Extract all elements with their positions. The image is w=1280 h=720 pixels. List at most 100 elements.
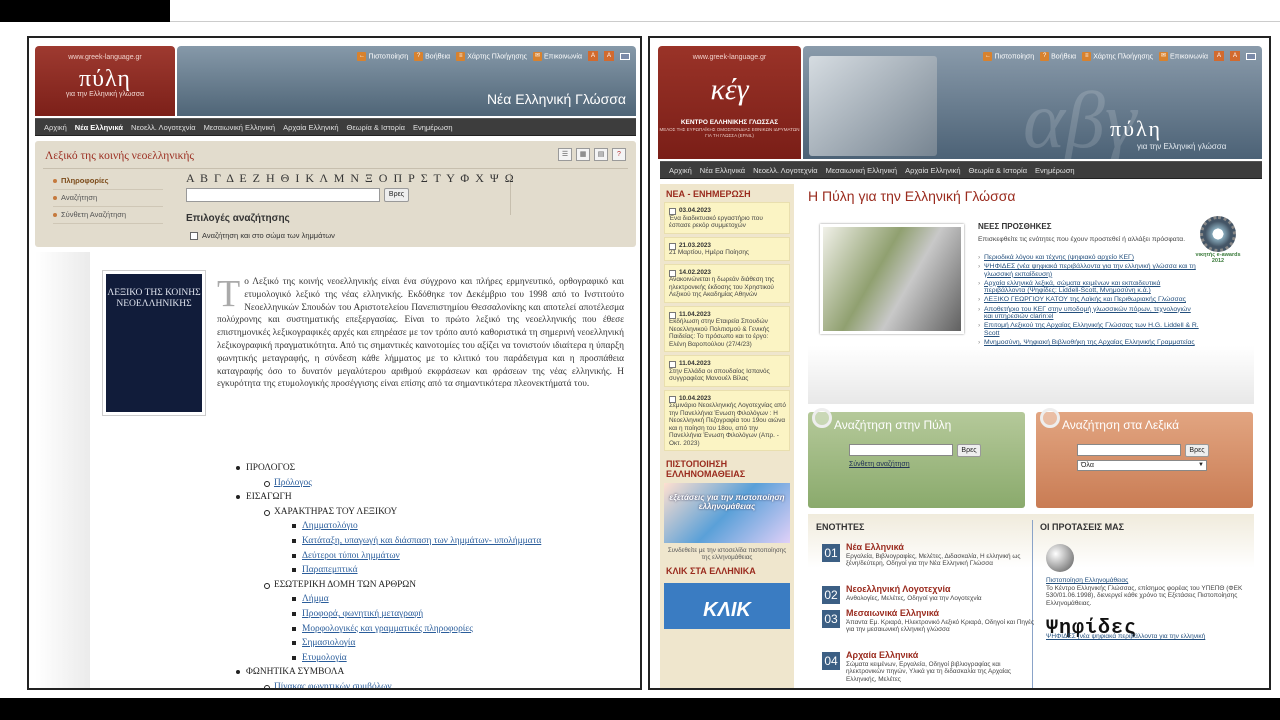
toc-link[interactable]: Δεύτεροι τύποι λημμάτων — [291, 549, 541, 564]
sections-area: ΕΝΟΤΗΤΕΣ ΟΙ ΠΡΟΤΑΣΕΙΣ ΜΑΣ 01 Νέα Ελληνικά… — [808, 514, 1254, 688]
toc-link[interactable]: Σημασιολογία — [291, 636, 541, 651]
certification-banner[interactable]: εξετάσεις για την πιστοποίηση ελληνομάθε… — [664, 483, 790, 543]
computer-image — [809, 56, 937, 156]
toc-link-symbols[interactable]: Πίνακας φωνητικών συμβόλων — [263, 680, 541, 688]
nav-literature[interactable]: Νεοελλ. Λογοτεχνία — [753, 166, 818, 175]
new-addition-link[interactable]: Αποθετήριο του ΚΕΓ στην υποδομή γλωσσικώ… — [978, 306, 1200, 321]
uk-flag-icon[interactable] — [620, 52, 630, 60]
news-date: 03.04.2023 — [669, 207, 786, 215]
new-addition-link[interactable]: Μνημοσύνη, Ψηφιακή Βιβλιοθήκη της Αρχαία… — [978, 339, 1200, 347]
nav-news[interactable]: Ενημέρωση — [413, 123, 453, 132]
toc-link[interactable]: Λημματολόγιο — [291, 519, 541, 534]
nav-medieval[interactable]: Μεσαιωνική Ελληνική — [204, 123, 276, 132]
help-icon: ? — [1040, 51, 1050, 61]
nav-home[interactable]: Αρχική — [669, 166, 692, 175]
side-search[interactable]: Αναζήτηση — [53, 190, 163, 207]
new-addition-link[interactable]: Περιοδικά λόγου και τέχνης (ψηφιακό αρχε… — [978, 254, 1200, 262]
news-item[interactable]: 11.04.2023 Στην Ελλάδα οι σπουδαίος Ισπαν… — [664, 355, 790, 387]
e-awards-badge: νικητής e-awards 2012 — [1194, 216, 1242, 288]
section-number: 02 — [822, 586, 840, 604]
mail-icon: ✉ — [1159, 51, 1169, 61]
news-date: 21.03.2023 — [669, 242, 786, 249]
list-view-icon[interactable]: ☰ — [558, 148, 572, 161]
font-decrease-icon[interactable]: A — [1230, 51, 1240, 61]
nav-home[interactable]: Αρχική — [44, 123, 67, 132]
body-search-checkbox[interactable]: Αναζήτηση και στο σώμα των λημμάτων — [190, 231, 335, 240]
lemma-search-input[interactable] — [186, 188, 380, 202]
portal-search-input[interactable] — [849, 444, 953, 456]
section-number: 03 — [822, 610, 840, 628]
keg-logo[interactable]: www.greek-language.gr κέγ ΚΕΝΤΡΟ ΕΛΛΗΝΙΚ… — [658, 46, 801, 159]
view-tools: ☰ ▦ ▤ ? — [558, 148, 626, 161]
help-icon[interactable]: ? — [612, 148, 626, 161]
uk-flag-icon[interactable] — [1246, 52, 1256, 60]
print-icon[interactable]: ▤ — [594, 148, 608, 161]
dictionary-search-button[interactable]: Βρες — [1185, 444, 1209, 457]
news-text: Εκδήλωση στην Εταιρεία Σπουδών Νεοελληνι… — [669, 318, 770, 348]
search-button[interactable]: Βρες — [384, 188, 409, 202]
nav-theory[interactable]: Θεωρία & Ιστορία — [347, 123, 405, 132]
alphabet-index[interactable]: Α Β Γ Δ Ε Ζ Η Θ Ι Κ Λ Μ Ν Ξ Ο Π Ρ Σ Τ Υ … — [186, 171, 515, 186]
new-addition-link[interactable]: ΨΗΦΙΔΕΣ (νέα ψηφιακά περιβάλλοντα για τη… — [978, 263, 1200, 278]
side-info[interactable]: Πληροφορίες — [53, 173, 163, 190]
toplink-certification[interactable]: ← Πιστοποίηση — [983, 51, 1034, 61]
nav-theory[interactable]: Θεωρία & Ιστορία — [969, 166, 1027, 175]
toc-link-prologos[interactable]: Πρόλογος — [263, 476, 541, 491]
advanced-search-link[interactable]: Σύνθετη αναζήτηση — [849, 461, 910, 468]
news-item[interactable]: 03.04.2023 Ένα διαδικτυακό εργαστήριο που… — [664, 202, 790, 234]
toplink-contact[interactable]: ✉ Επικοινωνία — [533, 51, 582, 61]
font-decrease-icon[interactable]: A — [604, 51, 614, 61]
psifides-link[interactable]: ΨΗΦΙΔΕΣ (νέα ψηφιακά περιβάλλοντα για τη… — [1046, 633, 1246, 641]
portal-search-button[interactable]: Βρες — [957, 444, 981, 457]
nav-literature[interactable]: Νεοελλ. Λογοτεχνία — [131, 123, 196, 132]
grid-view-icon[interactable]: ▦ — [576, 148, 590, 161]
certification-icon: ← — [357, 51, 367, 61]
toc-link[interactable]: Παραπεμπτικά — [291, 563, 541, 578]
nav-ancient[interactable]: Αρχαία Ελληνική — [283, 123, 338, 132]
toc-link[interactable]: Προφορά, φωνητική μεταγραφή — [291, 607, 541, 622]
toc-link[interactable]: Μορφολογικές και γραμματικές πληροφορίες — [291, 622, 541, 637]
dictionary-search-input[interactable] — [1077, 444, 1181, 456]
new-additions-title: ΝΕΕΣ ΠΡΟΣΘΗΚΕΣ — [978, 222, 1052, 231]
new-addition-link[interactable]: ΛΕΞΙΚΟ ΓΕΩΡΓΙΟΥ ΚΑΤΟΥ της Λαϊκής και Περ… — [978, 296, 1200, 304]
nav-ancient[interactable]: Αρχαία Ελληνική — [905, 166, 960, 175]
proposals-title: ΟΙ ΠΡΟΤΑΣΕΙΣ ΜΑΣ — [1040, 522, 1125, 532]
new-addition-link[interactable]: Αρχαία ελληνικά λεξικά, σώματα κειμένων … — [978, 280, 1200, 295]
news-item[interactable]: 11.04.2023 Εκδήλωση στην Εταιρεία Σπουδών… — [664, 305, 790, 352]
section-title[interactable]: Μεσαιωνικά Ελληνικά — [846, 608, 939, 618]
intro-text: Το Λεξικό της κοινής νεοελληνικής είναι … — [217, 275, 624, 391]
nav-news[interactable]: Ενημέρωση — [1035, 166, 1075, 175]
news-item[interactable]: 14.02.2023 Ανακοινώνεται η δωρεάν διάθεση… — [664, 263, 790, 303]
section-title[interactable]: Αρχαία Ελληνικά — [846, 650, 918, 660]
dictionary-select[interactable]: Όλα ▼ — [1077, 460, 1207, 471]
chevron-down-icon: ▼ — [1198, 462, 1204, 468]
toplink-help[interactable]: ? Βοήθεια — [414, 51, 450, 61]
proposal-link[interactable]: Πιστοποίηση Ελληνομάθειας — [1046, 577, 1246, 585]
page-title: Η Πύλη για την Ελληνική Γλώσσα — [808, 188, 1016, 204]
news-item[interactable]: 21.03.2023 21 Μαρτίου, Ημέρα Ποίησης — [664, 236, 790, 261]
nav-modern-greek[interactable]: Νέα Ελληνικά — [700, 166, 745, 175]
nav-modern-greek[interactable]: Νέα Ελληνικά — [75, 123, 123, 132]
side-advanced-search[interactable]: Σύνθετη Αναζήτηση — [53, 207, 163, 224]
font-increase-icon[interactable]: A — [1214, 51, 1224, 61]
font-increase-icon[interactable]: A — [588, 51, 598, 61]
toc-link[interactable]: Ετυμολογία — [291, 651, 541, 666]
portal-logo[interactable]: www.greek-language.gr πύλη για την Ελλην… — [35, 46, 175, 116]
section-title[interactable]: Νεοελληνική Λογοτεχνία — [846, 584, 951, 594]
toplink-certification[interactable]: ← Πιστοποίηση — [357, 51, 408, 61]
divider — [43, 168, 628, 169]
toc-link[interactable]: Κατάταξη, υπαγωγή και διάσπαση των λημμά… — [291, 534, 541, 549]
psifides-logo[interactable]: Ψηφίδες — [1046, 619, 1246, 638]
new-addition-link[interactable]: Επιτομή Λεξικού της Αρχαίας Ελληνικής Γλ… — [978, 322, 1200, 337]
toplink-sitemap[interactable]: ≡ Χάρτης Πλοήγησης — [456, 51, 527, 61]
toc-link[interactable]: Λήμμα — [291, 592, 541, 607]
nav-medieval[interactable]: Μεσαιωνική Ελληνική — [826, 166, 898, 175]
klik-banner[interactable]: ΚΛΙΚ — [664, 583, 790, 629]
toplink-contact[interactable]: ✉ Επικοινωνία — [1159, 51, 1208, 61]
section-title[interactable]: Νέα Ελληνικά — [846, 542, 904, 552]
toplink-sitemap[interactable]: ≡ Χάρτης Πλοήγησης — [1082, 51, 1153, 61]
checkbox-icon[interactable] — [190, 231, 198, 240]
news-item[interactable]: 10.04.2023 Σεμινάριο Νεοελληνικής Λογοτεχ… — [664, 389, 790, 451]
toplink-help[interactable]: ? Βοήθεια — [1040, 51, 1076, 61]
top-links: ← Πιστοποίηση ? Βοήθεια ≡ Χάρτης Πλοήγησης … — [357, 51, 630, 61]
